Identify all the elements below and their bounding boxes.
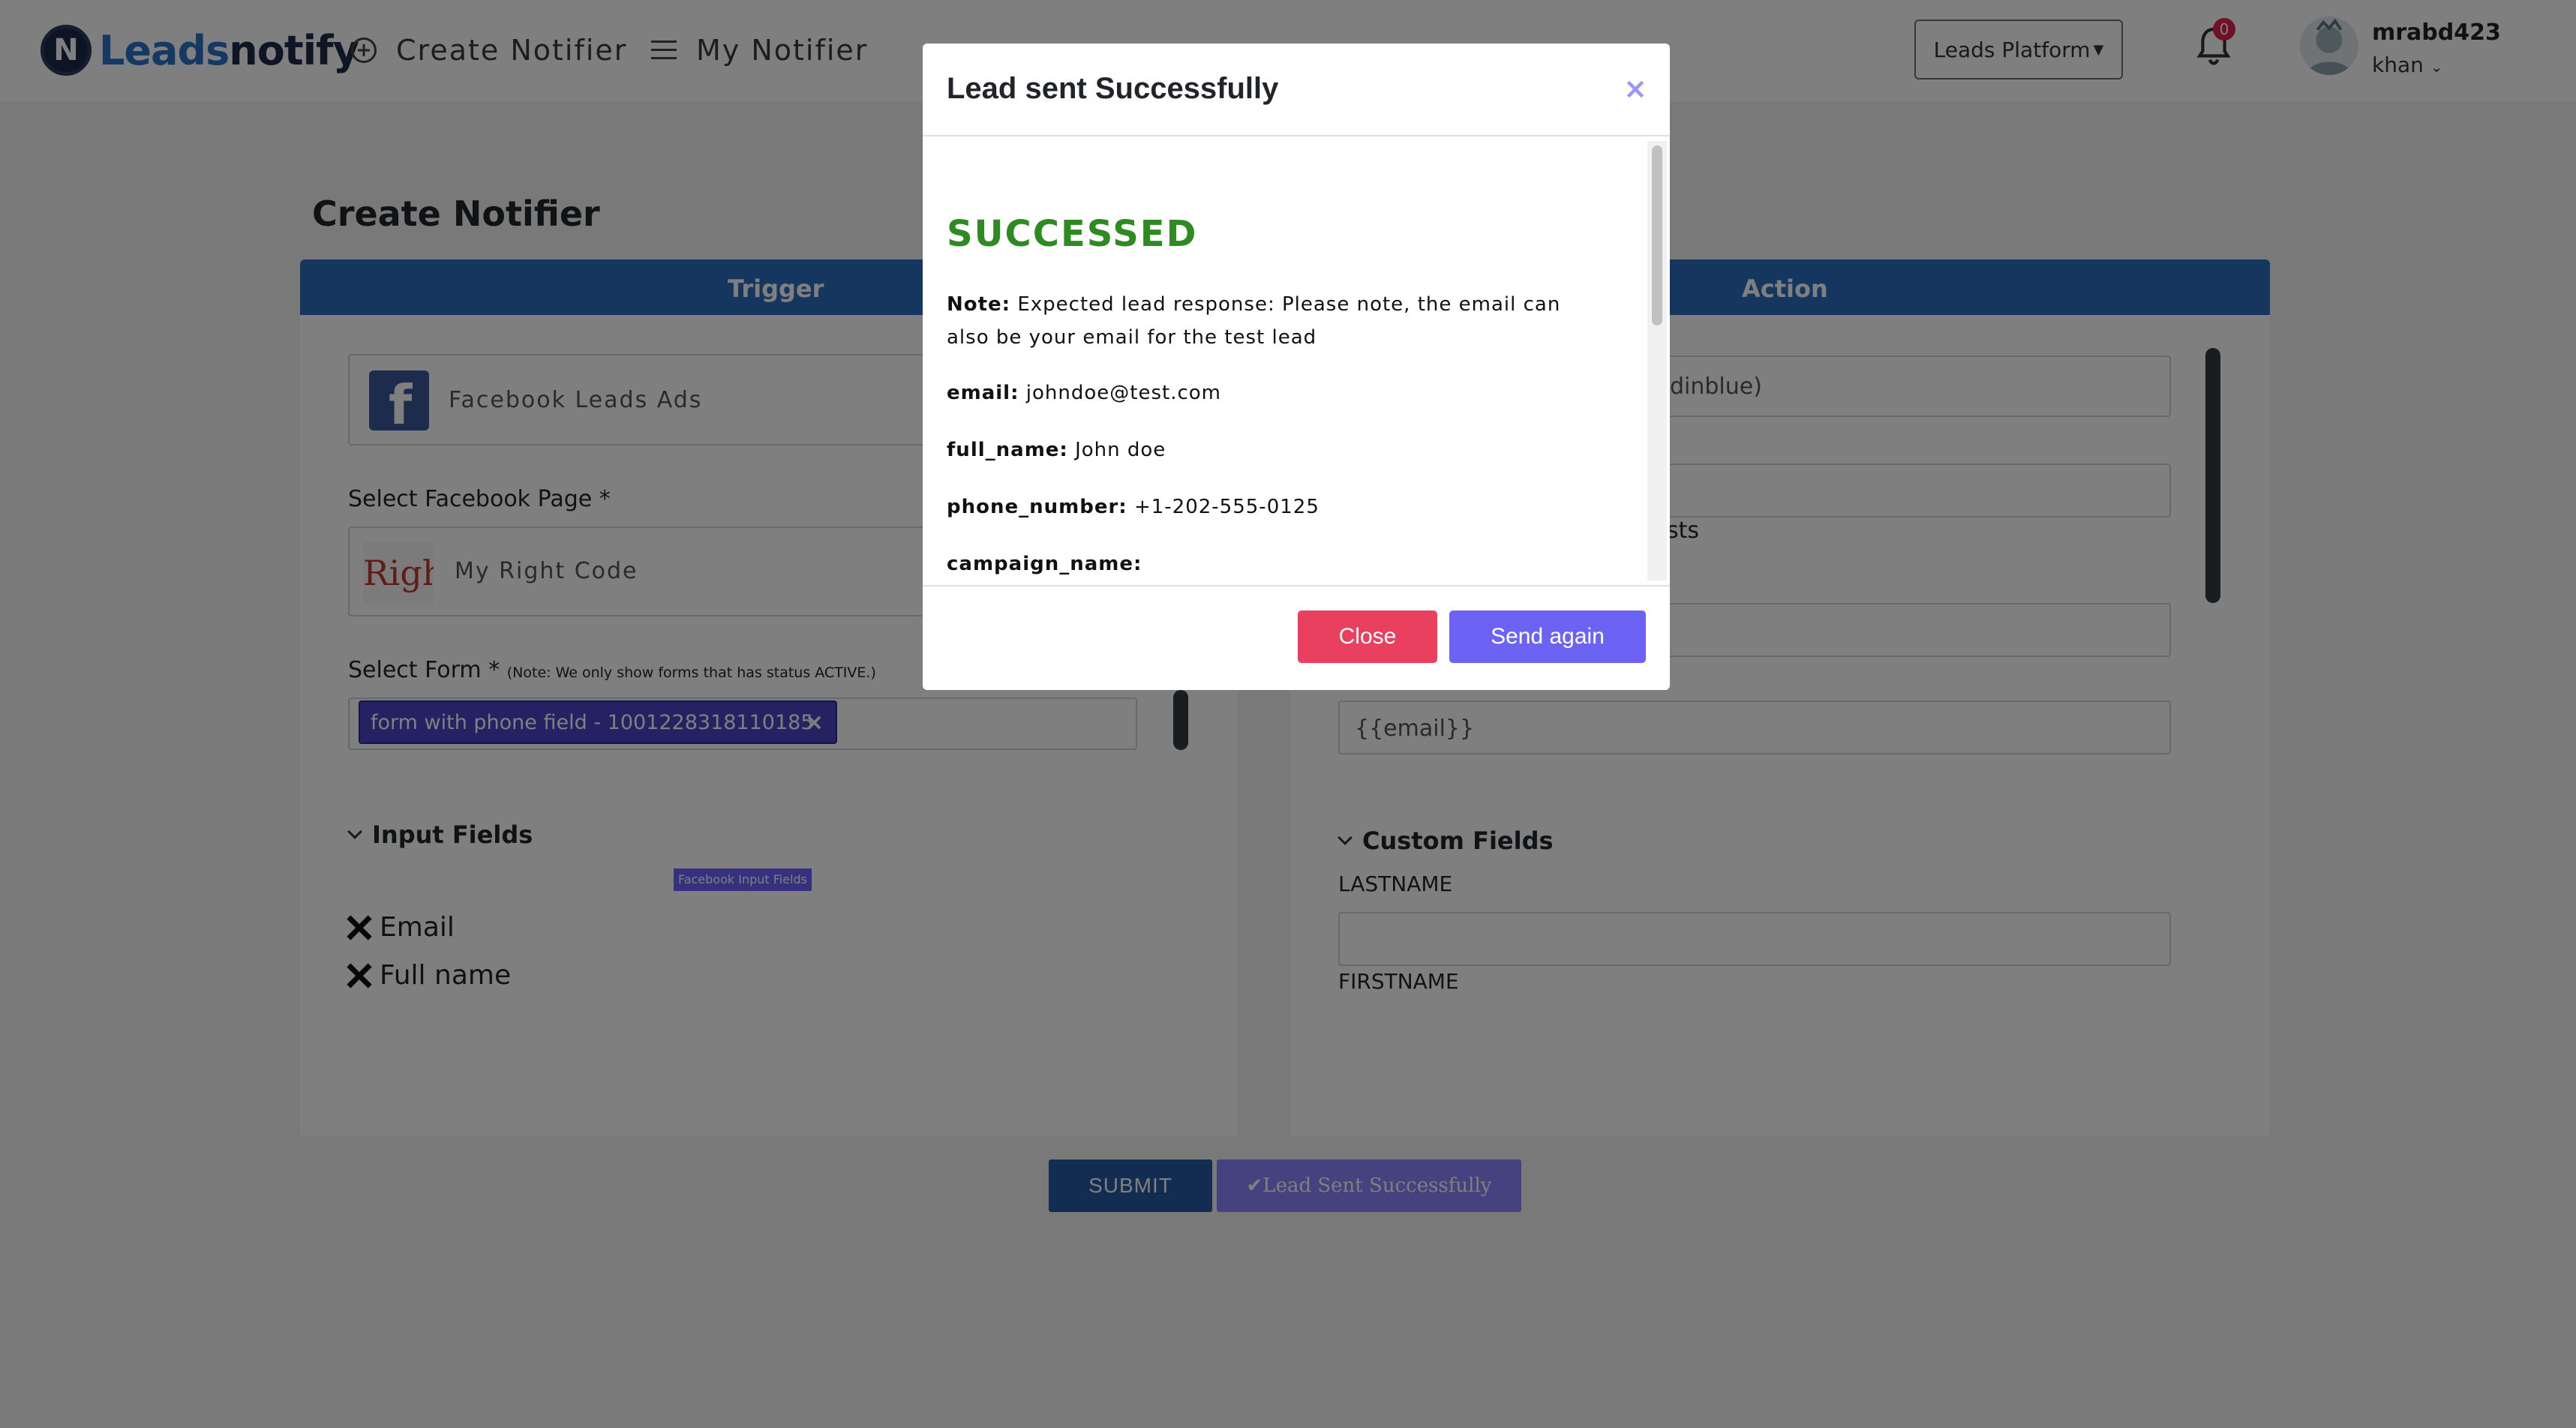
lead-field-email: email: johndoe@test.com <box>947 382 1221 404</box>
lead-field-phone: phone_number: +1-202-555-0125 <box>947 496 1320 518</box>
lead-sent-modal: Lead sent Successfully × SUCCESSED Note:… <box>923 44 1670 690</box>
lead-field-campaign: campaign_name: <box>947 553 1142 575</box>
modal-scrollbar[interactable] <box>1647 141 1667 580</box>
note-text: Note: Expected lead response: Please not… <box>947 293 1561 349</box>
send-again-button[interactable]: Send again <box>1449 610 1646 663</box>
modal-header: Lead sent Successfully × <box>923 44 1670 136</box>
modal-title: Lead sent Successfully <box>947 72 1279 105</box>
modal-footer: Close Send again <box>923 585 1670 690</box>
modal-body: SUCCESSED Note: Expected lead response: … <box>923 138 1670 584</box>
lead-field-full-name: full_name: John doe <box>947 439 1166 461</box>
status-heading: SUCCESSED <box>947 213 1198 255</box>
close-button[interactable]: Close <box>1298 610 1437 663</box>
close-icon[interactable]: × <box>1623 72 1647 105</box>
